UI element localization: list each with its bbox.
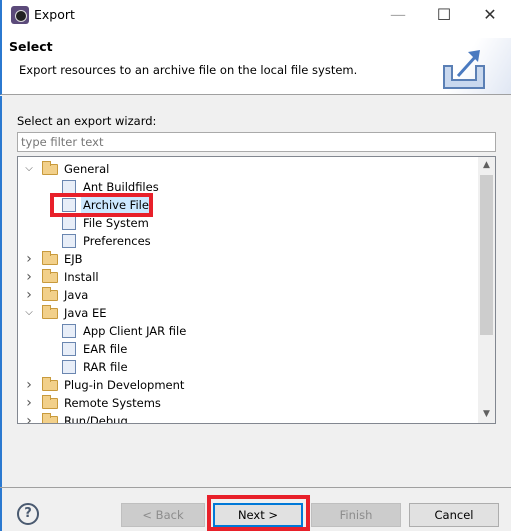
ant-icon <box>62 180 76 194</box>
folder-icon <box>42 413 58 423</box>
filter-input[interactable] <box>17 132 496 152</box>
preferences-icon <box>62 234 76 248</box>
chevron-down-icon[interactable]: ⌵ <box>24 160 34 178</box>
close-button[interactable]: ✕ <box>467 0 511 32</box>
tree-item-label: General <box>64 162 110 176</box>
highlight-box-next <box>207 495 310 531</box>
folder-icon <box>42 251 58 265</box>
chevron-right-icon[interactable]: › <box>24 250 34 268</box>
tree-item-label: Java EE <box>64 306 107 320</box>
scroll-up-arrow[interactable]: ▲ <box>478 157 495 174</box>
cancel-button[interactable]: Cancel <box>409 503 499 527</box>
chevron-right-icon[interactable]: › <box>24 412 34 423</box>
eclipse-app-icon <box>11 6 29 24</box>
tree-item-label: EJB <box>64 252 83 266</box>
maximize-button[interactable]: ☐ <box>421 0 467 32</box>
scroll-down-arrow[interactable]: ▼ <box>478 406 495 423</box>
page-title: Select <box>9 39 53 54</box>
minimize-button[interactable]: — <box>375 0 421 32</box>
tree-item-label: App Client JAR file <box>83 324 187 338</box>
chevron-right-icon[interactable]: › <box>24 394 34 412</box>
folder-icon <box>42 395 58 409</box>
finish-button[interactable]: Finish <box>311 503 401 527</box>
window-title: Export <box>34 7 75 22</box>
tree-item-label: Java <box>64 288 89 302</box>
jar-icon <box>62 324 76 338</box>
vertical-scrollbar[interactable]: ▲ ▼ <box>478 157 495 423</box>
folder-icon <box>42 161 58 175</box>
tree-item-label: Preferences <box>83 234 151 248</box>
filesystem-icon <box>62 216 76 230</box>
folder-icon <box>42 287 58 301</box>
wizard-header: Select Export resources to an archive fi… <box>0 32 511 95</box>
ear-icon <box>62 342 76 356</box>
tree-item-label: RAR file <box>83 360 128 374</box>
tree-item-label: Plug-in Development <box>64 378 185 392</box>
help-icon[interactable]: ? <box>17 503 39 525</box>
folder-icon <box>42 269 58 283</box>
title-bar: Export — ☐ ✕ <box>0 0 511 32</box>
tree-item-label: Remote Systems <box>64 396 161 410</box>
chevron-right-icon[interactable]: › <box>24 376 34 394</box>
tree-item-label: EAR file <box>83 342 128 356</box>
page-description: Export resources to an archive file on t… <box>19 63 358 77</box>
wizard-label: Select an export wizard: <box>17 114 157 128</box>
back-button[interactable]: < Back <box>121 503 205 527</box>
folder-icon <box>42 305 58 319</box>
folder-icon <box>42 377 58 391</box>
tree-item-label: Install <box>64 270 99 284</box>
rar-icon <box>62 360 76 374</box>
chevron-down-icon[interactable]: ⌵ <box>24 304 34 322</box>
export-banner-icon <box>432 38 511 94</box>
chevron-right-icon[interactable]: › <box>24 268 34 286</box>
tree-item-label: Run/Debug <box>64 414 128 424</box>
scrollbar-thumb[interactable] <box>480 175 493 335</box>
highlight-box-archive-file <box>50 193 153 217</box>
chevron-right-icon[interactable]: › <box>24 286 34 304</box>
